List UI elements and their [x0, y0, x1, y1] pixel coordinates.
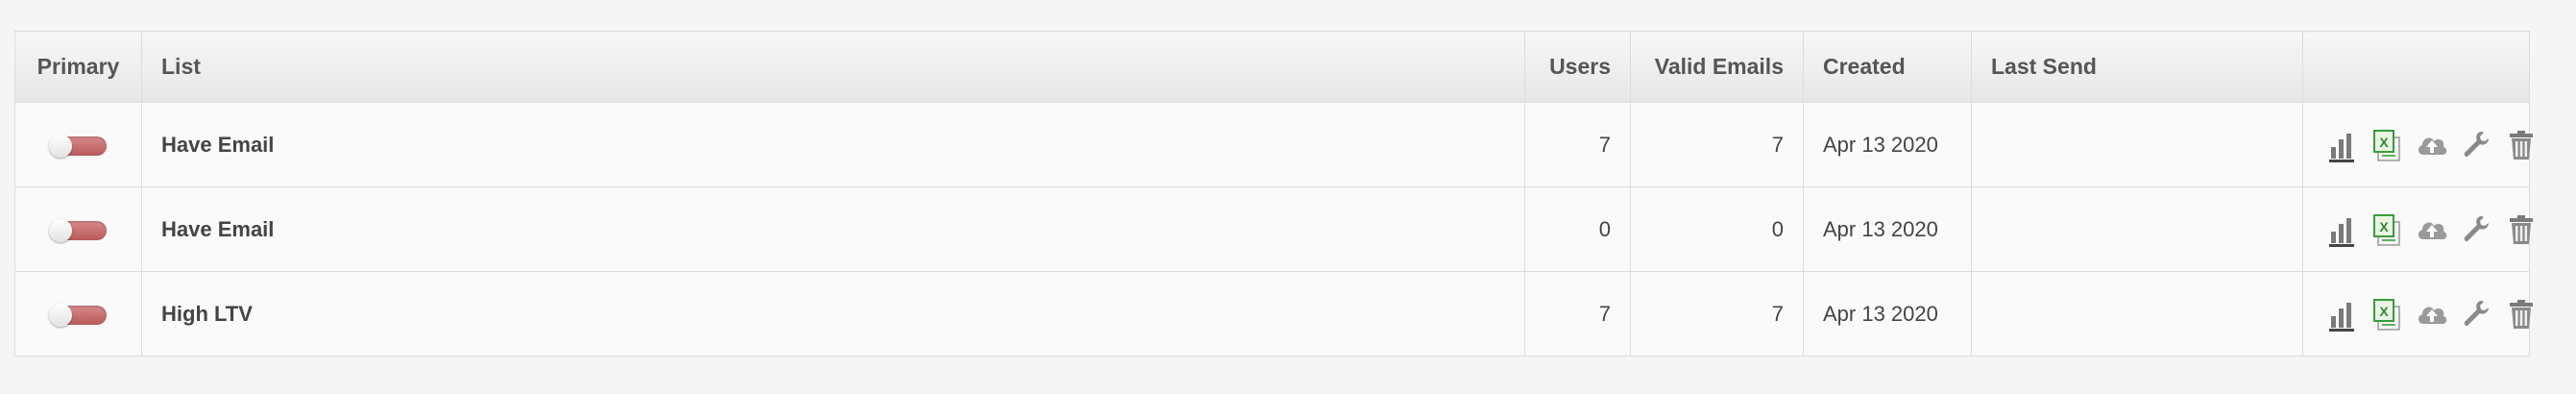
svg-text:X: X	[2379, 304, 2389, 319]
trash-icon[interactable]	[2504, 126, 2539, 164]
page: Primary List Users Valid Emails Created …	[0, 0, 2576, 394]
table-row: Have Email 0 0 Apr 13 2020 X	[14, 186, 2533, 272]
header-valid-emails[interactable]: Valid Emails	[1630, 31, 1804, 103]
row-actions: X	[2302, 102, 2533, 187]
toggle-knob	[48, 303, 72, 327]
row-actions: X	[2302, 271, 2533, 357]
bar-chart-icon[interactable]	[2326, 210, 2361, 249]
header-list[interactable]: List	[141, 31, 1525, 103]
primary-cell	[14, 271, 142, 357]
last-send-date	[1971, 186, 2303, 272]
list-name[interactable]: Have Email	[141, 186, 1525, 272]
created-date: Apr 13 2020	[1803, 186, 1972, 272]
created-date: Apr 13 2020	[1803, 271, 1972, 357]
header-users[interactable]: Users	[1524, 31, 1631, 103]
excel-export-icon[interactable]: X	[2370, 210, 2405, 249]
created-date: Apr 13 2020	[1803, 102, 1972, 187]
header-primary[interactable]: Primary	[14, 31, 142, 103]
bar-chart-icon[interactable]	[2326, 126, 2361, 164]
header-actions	[2302, 31, 2530, 103]
header-last-send[interactable]: Last Send	[1971, 31, 2303, 103]
header-created[interactable]: Created	[1803, 31, 1972, 103]
table-header-row: Primary List Users Valid Emails Created …	[14, 31, 2530, 103]
lists-table: Primary List Users Valid Emails Created …	[14, 31, 2533, 357]
primary-cell	[14, 186, 142, 272]
cloud-upload-icon[interactable]	[2415, 126, 2449, 164]
last-send-date	[1971, 102, 2303, 187]
primary-toggle[interactable]	[48, 134, 107, 158]
trash-icon[interactable]	[2504, 210, 2539, 249]
list-name[interactable]: Have Email	[141, 102, 1525, 187]
toggle-knob	[48, 134, 72, 158]
trash-icon[interactable]	[2504, 295, 2539, 333]
svg-text:X: X	[2379, 135, 2389, 150]
list-name[interactable]: High LTV	[141, 271, 1525, 357]
users-count: 7	[1524, 102, 1631, 187]
excel-export-icon[interactable]: X	[2370, 126, 2405, 164]
primary-toggle[interactable]	[48, 303, 107, 327]
svg-text:X: X	[2379, 219, 2389, 234]
users-count: 0	[1524, 186, 1631, 272]
table-row: High LTV 7 7 Apr 13 2020 X	[14, 271, 2533, 357]
toggle-knob	[48, 218, 72, 242]
table-row: Have Email 7 7 Apr 13 2020 X	[14, 102, 2533, 187]
cloud-upload-icon[interactable]	[2415, 295, 2449, 333]
valid-emails-count: 7	[1630, 102, 1804, 187]
excel-export-icon[interactable]: X	[2370, 295, 2405, 333]
bar-chart-icon[interactable]	[2326, 295, 2361, 333]
valid-emails-count: 7	[1630, 271, 1804, 357]
wrench-icon[interactable]	[2459, 210, 2493, 249]
last-send-date	[1971, 271, 2303, 357]
cloud-upload-icon[interactable]	[2415, 210, 2449, 249]
users-count: 7	[1524, 271, 1631, 357]
primary-toggle[interactable]	[48, 218, 107, 242]
valid-emails-count: 0	[1630, 186, 1804, 272]
row-actions: X	[2302, 186, 2533, 272]
wrench-icon[interactable]	[2459, 295, 2493, 333]
primary-cell	[14, 102, 142, 187]
wrench-icon[interactable]	[2459, 126, 2493, 164]
